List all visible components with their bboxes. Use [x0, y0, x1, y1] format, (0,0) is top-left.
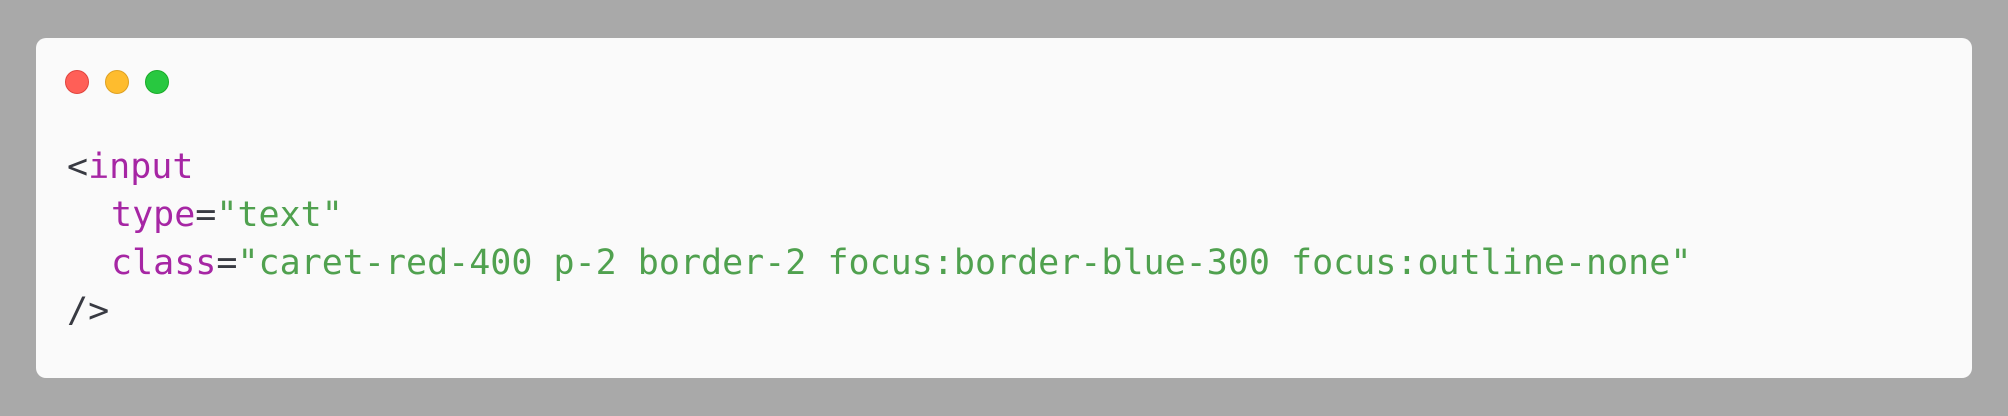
- code-line-2: type="text": [67, 191, 1691, 239]
- attr-name-type: type: [111, 195, 196, 235]
- code-line-4: />: [67, 287, 1691, 335]
- window-controls: [65, 70, 169, 94]
- code-window: <input type="text" class="caret-red-400 p-…: [36, 38, 1972, 378]
- zoom-dot-icon[interactable]: [145, 70, 169, 94]
- close-dot-icon[interactable]: [65, 70, 89, 94]
- attr-equals: =: [195, 195, 217, 235]
- code-line-3: class="caret-red-400 p-2 border-2 focus:…: [67, 239, 1691, 287]
- attr-value-class: "caret-red-400 p-2 border-2 focus:border…: [237, 243, 1692, 283]
- tag-name: input: [88, 147, 194, 187]
- code-block: <input type="text" class="caret-red-400 p-…: [67, 143, 1691, 335]
- minimize-dot-icon[interactable]: [105, 70, 129, 94]
- code-line-1: <input: [67, 143, 1691, 191]
- self-close: />: [67, 291, 110, 331]
- attr-name-class: class: [111, 243, 217, 283]
- attr-equals: =: [216, 243, 238, 283]
- attr-value-type: "text": [216, 195, 343, 235]
- open-bracket: <: [67, 147, 89, 187]
